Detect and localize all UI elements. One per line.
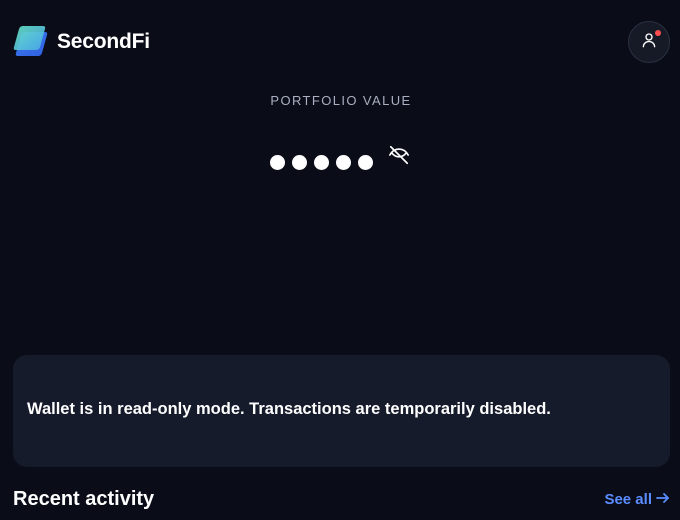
mask-dot	[270, 154, 285, 170]
banner-message: Wallet is in read-only mode. Transaction…	[27, 400, 551, 418]
mask-dot	[358, 154, 373, 170]
see-all-label: See all	[604, 491, 652, 508]
layers-logo-icon	[12, 26, 48, 58]
eye-off-icon	[388, 144, 410, 171]
recent-activity-title: Recent activity	[13, 488, 155, 510]
mask-dot	[336, 154, 351, 170]
profile-button[interactable]	[628, 21, 670, 63]
masked-balance	[270, 154, 373, 170]
brand-name: SecondFi	[57, 30, 150, 53]
mask-dot	[314, 154, 329, 170]
read-only-banner: Wallet is in read-only mode. Transaction…	[13, 355, 670, 467]
wallet-app: SecondFi PORTFOLIO VALUE Wallet is in re…	[0, 0, 680, 520]
toggle-visibility-button[interactable]	[387, 145, 411, 169]
portfolio-value	[270, 145, 411, 176]
portfolio-value-label: PORTFOLIO VALUE	[270, 93, 412, 108]
arrow-right-icon	[656, 491, 670, 508]
notification-dot	[655, 30, 661, 36]
mask-dot	[292, 154, 307, 170]
see-all-link[interactable]: See all	[604, 491, 670, 508]
